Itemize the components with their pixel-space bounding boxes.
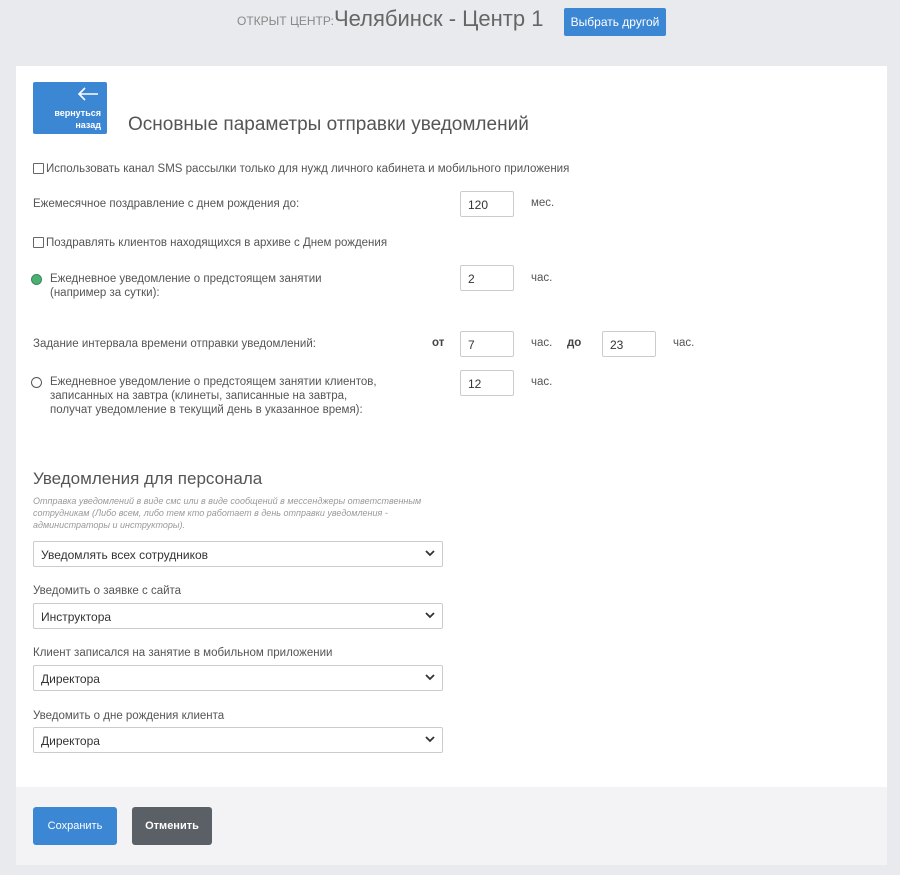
site-request-label: Уведомить о заявке с сайта: [33, 585, 182, 597]
interval-to-unit: час.: [673, 337, 695, 349]
interval-label: Задание интервала времени отправки уведо…: [33, 338, 316, 350]
chevron-down-icon: [424, 733, 436, 745]
tomorrow-reminder-radio[interactable]: [31, 377, 42, 388]
client-birthday-select[interactable]: Директора: [33, 727, 443, 753]
site-request-select[interactable]: Инструктора: [33, 603, 443, 629]
interval-from-label: от: [432, 337, 445, 349]
daily-reminder-radio[interactable]: [31, 274, 42, 285]
mobile-booking-select[interactable]: Директора: [33, 665, 443, 691]
page-title: Основные параметры отправки уведомлений: [128, 114, 529, 135]
mobile-booking-select-value: Директора: [41, 672, 100, 686]
interval-from-unit: час.: [531, 337, 553, 349]
archive-birthday-label: Поздравлять клиентов находящихся в архив…: [46, 237, 388, 249]
client-birthday-label: Уведомить о дне рождения клиента: [33, 710, 225, 722]
birthday-monthly-input[interactable]: 120: [460, 191, 514, 217]
birthday-monthly-label: Ежемесячное поздравление с днем рождения…: [33, 198, 300, 210]
tomorrow-reminder-unit: час.: [531, 376, 553, 388]
arrow-left-icon: [77, 86, 99, 106]
chevron-down-icon: [424, 547, 436, 559]
birthday-monthly-unit: мес.: [531, 197, 555, 209]
center-name: Челябинск - Центр 1: [334, 6, 544, 31]
open-center-label: ОТКРЫТ ЦЕНТР:: [237, 14, 334, 28]
sms-only-checkbox[interactable]: [33, 163, 44, 174]
chevron-down-icon: [424, 609, 436, 621]
tomorrow-reminder-input[interactable]: 12: [460, 370, 514, 396]
client-birthday-select-value: Директора: [41, 734, 100, 748]
daily-reminder-label: Ежедневное уведомление о предстоящем зан…: [50, 273, 322, 299]
back-button[interactable]: вернуться назад: [33, 82, 107, 134]
site-request-select-value: Инструктора: [41, 610, 112, 624]
interval-to-label: до: [567, 337, 582, 349]
daily-reminder-input[interactable]: 2: [460, 265, 514, 291]
save-button[interactable]: Сохранить: [33, 807, 117, 845]
daily-reminder-unit: час.: [531, 272, 553, 284]
cancel-button[interactable]: Отменить: [132, 807, 212, 845]
choose-other-center-button[interactable]: Выбрать другой: [564, 8, 666, 36]
settings-card: вернуться назад Основные параметры отпра…: [16, 66, 887, 787]
sms-only-label: Использовать канал SMS рассылки только д…: [46, 163, 570, 175]
top-bar: ОТКРЫТ ЦЕНТР: Челябинск - Центр 1 Выбрат…: [0, 0, 900, 66]
notify-staff-select[interactable]: Уведомлять всех сотрудников: [33, 541, 443, 567]
tomorrow-reminder-label: Ежедневное уведомление о предстоящем зан…: [50, 376, 377, 416]
staff-section-hint: Отправка уведомлений в виде смс или в ви…: [33, 496, 422, 530]
notify-staff-select-value: Уведомлять всех сотрудников: [41, 548, 209, 562]
form-footer: Сохранить Отменить: [16, 787, 887, 865]
mobile-booking-label: Клиент записался на занятие в мобильном …: [33, 647, 333, 659]
back-button-label: вернуться назад: [54, 108, 101, 130]
chevron-down-icon: [424, 671, 436, 683]
archive-birthday-checkbox[interactable]: [33, 237, 44, 248]
interval-to-input[interactable]: 23: [602, 331, 656, 357]
staff-section-title: Уведомления для персонала: [33, 469, 263, 488]
interval-from-input[interactable]: 7: [460, 331, 514, 357]
